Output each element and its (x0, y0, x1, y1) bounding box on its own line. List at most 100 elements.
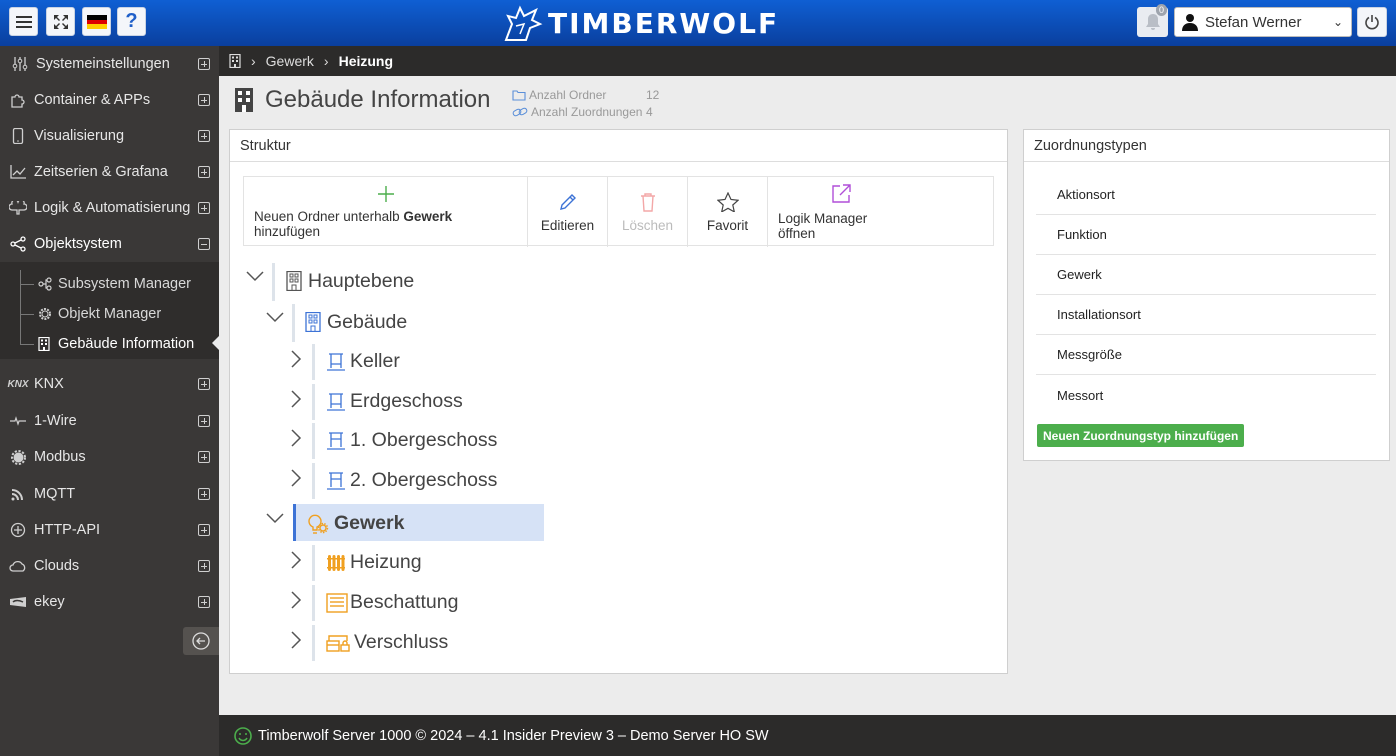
expand-plus-icon[interactable] (198, 560, 210, 572)
favorite-button[interactable]: Favorit (688, 177, 768, 247)
sidebar-item-visualisierung[interactable]: Visualisierung (0, 118, 219, 154)
blinds-icon (326, 593, 348, 616)
expand-plus-icon[interactable] (198, 202, 210, 214)
chevron-right-icon[interactable] (290, 390, 302, 411)
expand-plus-icon[interactable] (198, 130, 210, 142)
sidebar-item-systemeinstellungen[interactable]: Systemeinstellungen (0, 46, 219, 82)
subitem-gebaeude-information[interactable]: Gebäude Information (0, 329, 219, 359)
subitem-label: Subsystem Manager (58, 276, 191, 292)
menu-toggle-button[interactable] (9, 7, 38, 36)
sidebar-item-logik[interactable]: Logik & Automatisierung (0, 190, 219, 226)
zuordnungstyp-item[interactable]: Messort (1036, 375, 1376, 415)
expand-plus-icon[interactable] (198, 488, 210, 500)
sidebar-item-container-apps[interactable]: Container & APPs (0, 82, 219, 118)
sidebar-item-mqtt[interactable]: MQTT (0, 476, 219, 512)
add-folder-button[interactable]: Neuen Ordner unterhalb Gewerk hinzufügen (244, 177, 528, 247)
logic-manager-label: Logik Manager öffnen (778, 211, 868, 241)
tree-connector (20, 343, 34, 345)
zuordnungstyp-item[interactable]: Messgröße (1036, 335, 1376, 375)
chevron-down-icon[interactable] (266, 310, 284, 326)
chevron-right-icon[interactable] (290, 350, 302, 371)
tree-node-gewerk[interactable]: Gewerk (266, 504, 544, 542)
german-flag-icon (86, 14, 107, 29)
sidebar-item-label: Objektsystem (34, 236, 122, 252)
sidebar-item-ekey[interactable]: ekey (0, 584, 219, 620)
chevron-right-icon[interactable] (290, 429, 302, 450)
zuordnungstyp-item[interactable]: Gewerk (1036, 255, 1376, 295)
power-icon (1365, 15, 1379, 30)
rss-icon (8, 487, 28, 501)
expand-plus-icon[interactable] (198, 378, 210, 390)
brand-logo: TIMBERWOLF (502, 4, 779, 42)
edit-button[interactable]: Editieren (528, 177, 608, 247)
stat-label: Anzahl Ordner (529, 87, 607, 102)
api-icon (8, 522, 28, 538)
sidebar-item-clouds[interactable]: Clouds (0, 548, 219, 584)
building-icon[interactable] (229, 54, 241, 68)
link-icon (512, 107, 528, 116)
subitem-objekt-manager[interactable]: Objekt Manager (0, 299, 219, 329)
tree-node-label: Verschluss (354, 631, 449, 653)
language-button[interactable] (82, 7, 111, 36)
fullscreen-button[interactable] (46, 7, 75, 36)
subitem-label: Objekt Manager (58, 306, 162, 322)
sidebar-item-http-api[interactable]: HTTP-API (0, 512, 219, 548)
sidebar-item-label: MQTT (34, 486, 76, 502)
expand-plus-icon[interactable] (198, 524, 210, 536)
sliders-icon (10, 57, 30, 71)
delete-label: Löschen (621, 217, 674, 233)
chevron-right-icon[interactable] (290, 551, 302, 572)
add-zuordnungstyp-button[interactable]: Neuen Zuordnungstyp hinzufügen (1037, 424, 1245, 447)
footer-text: Timberwolf Server 1000 © 2024 – 4.1 Insi… (258, 727, 769, 744)
sidebar-item-label: ekey (34, 594, 65, 610)
sidebar-item-zeitserien[interactable]: Zeitserien & Grafana (0, 154, 219, 190)
struktur-panel: Struktur Neuen Ordner unterhalb Gewerk h… (229, 129, 1008, 674)
sidebar-item-objektsystem[interactable]: Objektsystem (0, 226, 219, 262)
notifications-button[interactable]: 0 (1137, 4, 1168, 37)
notification-count-badge: 0 (1155, 4, 1167, 16)
zuordnungstyp-item[interactable]: Installationsort (1036, 295, 1376, 335)
ekey-icon (8, 596, 28, 608)
chevron-right-icon[interactable] (290, 469, 302, 490)
expand-plus-icon[interactable] (198, 451, 210, 463)
sidebar-item-modbus[interactable]: Modbus (0, 439, 219, 475)
expand-plus-icon[interactable] (198, 94, 210, 106)
zuordnungstyp-item[interactable]: Funktion (1036, 215, 1376, 255)
tree-indent-bar (312, 344, 315, 380)
bulb-gear-icon (305, 513, 329, 538)
chevron-down-icon[interactable] (246, 269, 264, 285)
zuordnungstyp-item[interactable]: Aktionsort (1036, 175, 1376, 215)
delete-button[interactable]: Löschen (608, 177, 688, 247)
sidebar-item-label: KNX (34, 376, 64, 392)
building-icon (305, 311, 321, 335)
chevron-down-icon[interactable] (266, 511, 284, 527)
tree-indent-bar (312, 423, 315, 459)
chart-icon (8, 165, 28, 179)
collapse-minus-icon[interactable] (198, 238, 210, 250)
logout-button[interactable] (1357, 7, 1387, 37)
expand-plus-icon[interactable] (198, 596, 210, 608)
collapse-sidebar-button[interactable] (183, 627, 219, 655)
breadcrumb-parent[interactable]: Gewerk (266, 53, 314, 69)
help-button[interactable]: ? (117, 7, 146, 36)
cloud-icon (8, 560, 28, 572)
chevron-right-icon[interactable] (290, 591, 302, 612)
chevron-right-icon[interactable] (290, 631, 302, 652)
subitem-label: Gebäude Information (58, 336, 195, 352)
tree-node-label: 1. Obergeschoss (350, 429, 498, 451)
radiator-icon (326, 553, 346, 576)
sidebar-item-label: Clouds (34, 558, 80, 574)
user-select[interactable]: Stefan Werner ⌄ (1174, 7, 1352, 37)
sidebar-item-label: Logik & Automatisierung (34, 200, 191, 216)
expand-plus-icon[interactable] (198, 415, 210, 427)
subitem-subsystem-manager[interactable]: Subsystem Manager (0, 269, 219, 299)
sidebar-item-1-wire[interactable]: 1-Wire (0, 403, 219, 439)
sidebar-item-knx[interactable]: KNX KNX (0, 366, 219, 402)
wire-icon (8, 416, 28, 426)
floor-icon (326, 352, 346, 375)
expand-plus-icon[interactable] (198, 166, 210, 178)
brand-name: TIMBERWOLF (548, 6, 780, 40)
expand-plus-icon[interactable] (198, 58, 210, 70)
floor-icon (326, 471, 346, 494)
logic-manager-button[interactable]: Logik Manager öffnen (768, 177, 913, 247)
